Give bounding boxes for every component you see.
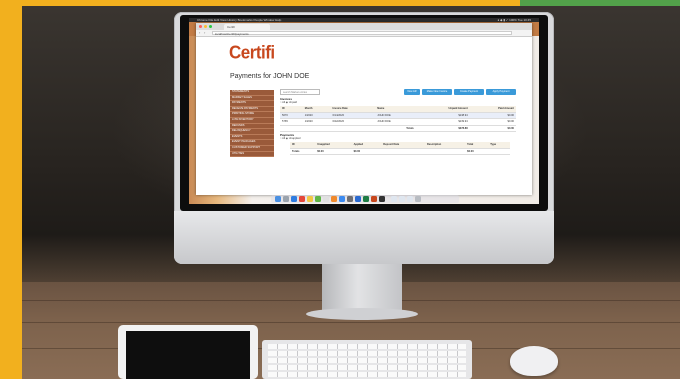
- page-title: Payments for JOHN DOE: [230, 73, 310, 80]
- radio-all-label[interactable]: All: [282, 101, 285, 104]
- search-input[interactable]: search Market entries: [280, 89, 320, 95]
- macos-dock: [271, 195, 459, 203]
- new-invoice-button[interactable]: Make New Invoice: [422, 89, 452, 95]
- totals-label: Totals: [375, 125, 416, 132]
- apply-payment-button[interactable]: Apply Payment: [486, 89, 516, 95]
- downloads-icon[interactable]: [407, 196, 413, 202]
- forward-arrow-icon[interactable]: ›: [204, 31, 205, 35]
- back-arrow-icon[interactable]: ‹: [199, 31, 200, 35]
- keyboard-key-row: [268, 365, 466, 370]
- apple-logo-icon: [355, 226, 375, 248]
- photo-scene: Chrome File Edit View History Bookmarks …: [0, 0, 680, 379]
- url-field[interactable]: localhost/certifi/payments: [212, 31, 512, 36]
- total-total: $0.00: [465, 148, 489, 155]
- app-store-icon[interactable]: [339, 196, 345, 202]
- notes-icon[interactable]: [307, 196, 313, 202]
- terminal-icon[interactable]: [379, 196, 385, 202]
- desk-grain: [22, 322, 680, 323]
- invoices-table: ID Month Invoice Date Name Unpaid Amount…: [280, 106, 516, 132]
- word-icon[interactable]: [355, 196, 361, 202]
- calendar-icon[interactable]: [323, 196, 329, 202]
- menubar-menu-list[interactable]: File Edit View History Bookmarks People …: [209, 18, 282, 22]
- address-bar-row: ‹ › localhost/certifi/payments: [196, 30, 532, 37]
- totals-row: Totals $0.00 $0.00 $0.00: [290, 148, 510, 155]
- ipad-screen: [126, 331, 250, 379]
- photos-icon[interactable]: [331, 196, 337, 202]
- totals-label: Totals: [290, 148, 316, 155]
- total-unapplied: $0.00: [315, 148, 352, 155]
- folder-icon[interactable]: [391, 196, 397, 202]
- folder-icon[interactable]: [399, 196, 405, 202]
- close-window-icon[interactable]: [199, 25, 202, 28]
- new-ar-button[interactable]: New AR: [404, 89, 420, 95]
- top-green-stripe: [520, 0, 680, 6]
- menubar-menus[interactable]: Chrome File Edit View History Bookmarks …: [197, 18, 281, 22]
- left-accent-stripe: [0, 0, 22, 379]
- minimize-window-icon[interactable]: [204, 25, 207, 28]
- browser-window: Certifi ‹ › localhost/certifi/payments C…: [196, 23, 532, 195]
- sidebar-item-utilities[interactable]: UTILITIES: [230, 152, 274, 158]
- trash-icon[interactable]: [415, 196, 421, 202]
- sidebar-nav: STATEMENTS MARKET SALES PAYMENTS RECEIVE…: [230, 90, 274, 158]
- payment-filter: ○ All ◉ Unapplied: [280, 137, 300, 140]
- certifi-logo[interactable]: Certifi: [229, 42, 275, 64]
- powerpoint-icon[interactable]: [371, 196, 377, 202]
- radio-unapplied-icon[interactable]: ◉: [286, 137, 288, 140]
- tab-strip: Certifi: [196, 23, 532, 30]
- zoom-window-icon[interactable]: [209, 25, 212, 28]
- settings-icon[interactable]: [347, 196, 353, 202]
- radio-all-label[interactable]: All: [282, 137, 285, 140]
- keyboard-key-row: [268, 372, 466, 377]
- total-paid: $0.00: [469, 125, 516, 132]
- radio-unpaid-icon[interactable]: ◉: [286, 101, 288, 104]
- excel-icon[interactable]: [363, 196, 369, 202]
- magic-mouse: [510, 346, 558, 376]
- total-applied: $0.00: [351, 148, 382, 155]
- total-unpaid: $278.88: [415, 125, 470, 132]
- imac-stand-foot: [306, 308, 418, 320]
- keyboard-key-row: [268, 351, 466, 356]
- totals-row: Totals $278.88 $0.00: [280, 125, 516, 132]
- chrome-icon[interactable]: [299, 196, 305, 202]
- messages-icon[interactable]: [315, 196, 321, 202]
- menubar-status: ● ◆ ▮ ✓ 100% Tue 10:45: [497, 18, 531, 22]
- payments-table: ID Unapplied Applied Deposit Date Descri…: [290, 142, 510, 155]
- finder-icon[interactable]: [275, 196, 281, 202]
- safari-icon[interactable]: [291, 196, 297, 202]
- menubar-app-name[interactable]: Chrome: [197, 18, 208, 22]
- keyboard-key-row: [268, 358, 466, 363]
- radio-unapplied-label[interactable]: Unapplied: [289, 137, 301, 140]
- macos-menubar: Chrome File Edit View History Bookmarks …: [189, 18, 539, 22]
- imac-stand: [322, 264, 402, 314]
- launchpad-icon[interactable]: [283, 196, 289, 202]
- radio-unpaid-label[interactable]: Unpaid: [289, 101, 297, 104]
- keyboard-key-row: [268, 344, 466, 349]
- create-payment-button[interactable]: Create Payment: [454, 89, 484, 95]
- invoice-filter: ○ All ◉ Unpaid: [280, 101, 297, 104]
- web-page: Certifi Payments for JOHN DOE STATEMENTS…: [196, 37, 532, 195]
- imac-screen: Chrome File Edit View History Bookmarks …: [189, 18, 539, 204]
